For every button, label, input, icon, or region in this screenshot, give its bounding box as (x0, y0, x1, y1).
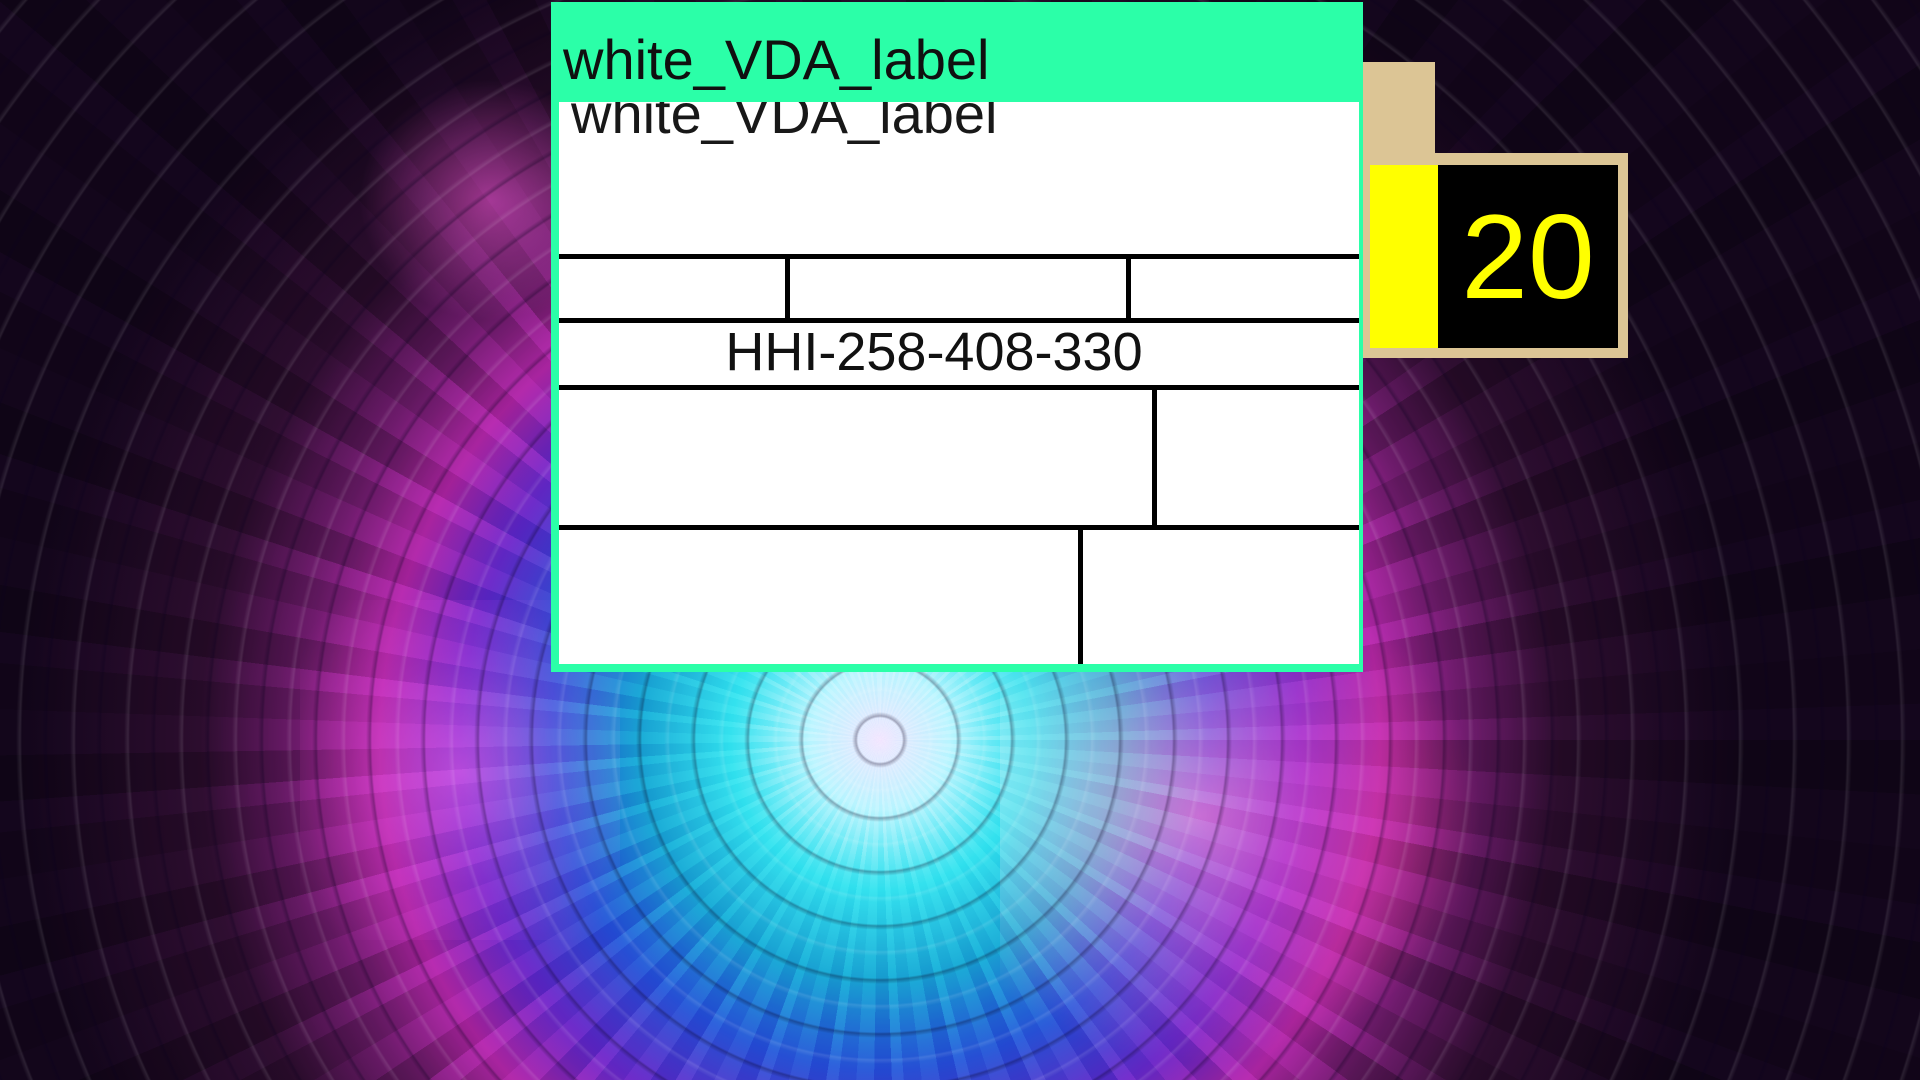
label-divider-1 (559, 254, 1359, 259)
counter-widget[interactable]: 20 (1358, 153, 1628, 358)
label-divider-4 (559, 525, 1359, 530)
vda-label-window[interactable]: white_VDA_label white_VDA_label HHI-258-… (551, 2, 1363, 672)
label-cell-divider-1 (785, 254, 790, 320)
vda-label-form[interactable]: white_VDA_label HHI-258-408-330 (559, 102, 1359, 664)
label-cell-divider-4 (1078, 525, 1083, 664)
label-cell-divider-2 (1126, 254, 1131, 320)
counter-value: 20 (1461, 189, 1595, 324)
label-window-title: white_VDA_label (563, 28, 990, 91)
background-glow-warm (1000, 600, 1500, 1080)
label-ghost-title: white_VDA_label (571, 102, 998, 145)
label-divider-3 (559, 385, 1359, 390)
counter-display: 20 (1438, 165, 1618, 348)
counter-indicator-bar (1370, 165, 1438, 348)
counter-tab (1355, 62, 1435, 158)
label-cell-divider-3 (1152, 385, 1157, 527)
label-code: HHI-258-408-330 (725, 322, 1143, 382)
